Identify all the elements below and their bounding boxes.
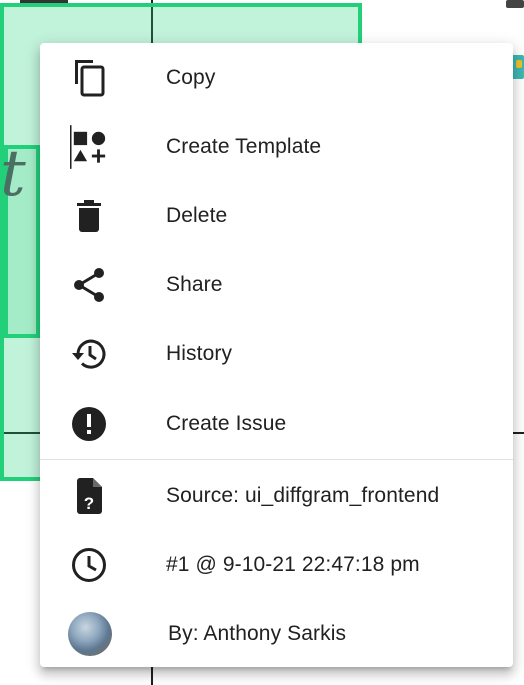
info-item-timestamp: #1 @ 9-10-21 22:47:18 pm: [40, 530, 513, 599]
create-template-icon: [70, 124, 108, 169]
file-question-icon: ?: [70, 477, 108, 515]
menu-item-label: Delete: [166, 203, 228, 227]
avatar: [68, 611, 112, 656]
menu-item-label: Share: [166, 272, 223, 296]
menu-item-history[interactable]: History: [40, 319, 513, 388]
menu-item-create-issue[interactable]: Create Issue: [40, 389, 513, 458]
menu-item-delete[interactable]: Delete: [40, 181, 513, 250]
menu-item-label: History: [166, 341, 233, 365]
canvas-text: t: [0, 137, 26, 211]
menu-item-label: Create Template: [166, 134, 322, 158]
share-icon: [70, 266, 108, 304]
canvas-edge-mark: [516, 60, 522, 68]
menu-item-share[interactable]: Share: [40, 250, 513, 319]
svg-text:?: ?: [84, 494, 94, 513]
info-item-author: By: Anthony Sarkis: [40, 599, 513, 667]
canvas-edge-mark: [506, 0, 524, 8]
menu-divider: [40, 459, 513, 460]
menu-item-copy[interactable]: Copy: [40, 43, 513, 112]
context-menu: Copy Create Template Delete Share Histor…: [40, 43, 513, 667]
menu-item-label: Create Issue: [166, 411, 287, 435]
info-item-source: ? Source: ui_diffgram_frontend: [40, 461, 513, 530]
copy-icon: [70, 59, 108, 97]
menu-item-label: Copy: [166, 65, 216, 89]
alert-circle-icon: [70, 405, 108, 443]
info-author-label: By: Anthony Sarkis: [168, 621, 347, 645]
history-icon: [70, 335, 108, 373]
trash-icon: [70, 197, 108, 235]
menu-item-create-template[interactable]: Create Template: [40, 112, 513, 181]
clock-icon: [70, 546, 108, 584]
info-source-label: Source: ui_diffgram_frontend: [166, 483, 440, 507]
info-timestamp-label: #1 @ 9-10-21 22:47:18 pm: [166, 552, 420, 576]
